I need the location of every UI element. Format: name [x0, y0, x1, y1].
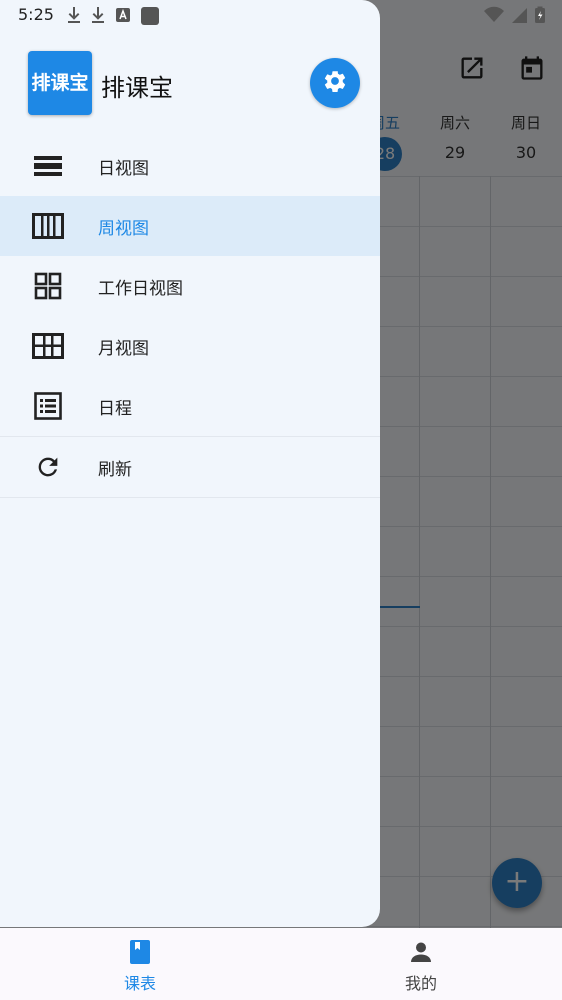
status-time: 5:25: [18, 5, 54, 24]
status-system-icons: [484, 6, 546, 28]
nav-item-label: 我的: [404, 974, 437, 993]
day-view-icon: [32, 151, 64, 181]
settings-button[interactable]: [310, 58, 360, 108]
download-icon: [90, 6, 106, 30]
month-view-icon: [32, 331, 64, 361]
drawer-menu: 日视图 周视图 工作日视图 月视图 日程 刷新: [0, 136, 380, 498]
menu-item-label: 日视图: [98, 158, 149, 179]
menu-item-label: 月视图: [98, 338, 149, 359]
app-logo: 排课宝: [28, 51, 92, 115]
person-icon: [407, 938, 435, 966]
nav-item-timetable[interactable]: 课表: [70, 928, 210, 1000]
battery-icon: [534, 6, 546, 28]
workday-view-icon: [32, 271, 64, 301]
bookmark-book-icon: [126, 938, 154, 966]
menu-item-month-view[interactable]: 月视图: [0, 316, 380, 376]
navigation-drawer: 排课宝 排课宝 日视图 周视图 工作日视图 月视图 日程 刷新: [0, 0, 380, 927]
week-view-icon: [32, 211, 64, 241]
bottom-navigation: 课表 我的: [0, 928, 562, 1000]
status-bar: 5:25: [0, 0, 562, 30]
gear-icon: [322, 68, 348, 98]
menu-item-week-view[interactable]: 周视图: [0, 196, 380, 256]
app-name: 排课宝: [101, 74, 173, 102]
signal-icon: [510, 6, 528, 28]
menu-item-label: 刷新: [98, 459, 132, 480]
wifi-icon: [484, 6, 504, 28]
download-icon: [66, 6, 82, 30]
menu-item-workday-view[interactable]: 工作日视图: [0, 256, 380, 316]
menu-divider: [0, 497, 380, 498]
menu-item-day-view[interactable]: 日视图: [0, 136, 380, 196]
menu-item-label: 工作日视图: [98, 278, 183, 299]
menu-item-label: 日程: [98, 398, 132, 419]
menu-item-schedule[interactable]: 日程: [0, 376, 380, 436]
schedule-list-icon: [32, 391, 64, 421]
text-a-icon: [114, 6, 132, 30]
app-square-icon: [140, 6, 160, 30]
menu-item-label: 周视图: [98, 218, 149, 239]
refresh-icon: [32, 452, 64, 482]
nav-item-label: 课表: [123, 974, 156, 993]
status-notification-icons: [66, 6, 160, 30]
menu-item-refresh[interactable]: 刷新: [0, 437, 380, 497]
nav-item-mine[interactable]: 我的: [351, 928, 491, 1000]
